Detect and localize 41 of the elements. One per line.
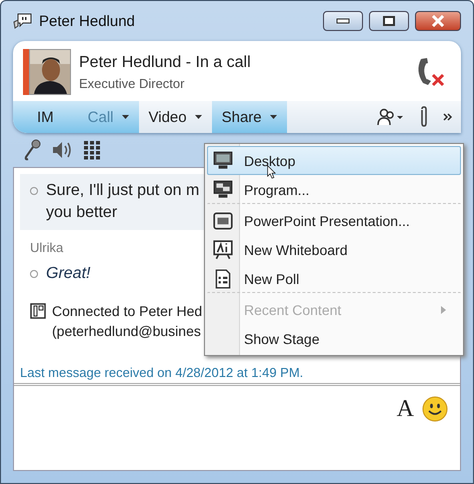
caret-icon [270,115,277,119]
paperclip-icon[interactable] [419,106,429,128]
last-message-info: Last message received on 4/28/2012 at 1:49 PM. [19,364,304,382]
contact-job-title: Executive Director [79,76,186,90]
font-button[interactable]: A [396,396,414,423]
sharing-icon [30,303,46,319]
close-icon [431,15,445,27]
connection-notice: Connected to Peter Hed (peterhedlund@busines [52,302,202,341]
dialpad-icon[interactable] [83,140,101,160]
minimize-button[interactable] [323,11,363,31]
monitor-windows-icon [212,180,234,200]
chat-bubble-icon [13,12,33,30]
minimize-icon [336,18,350,24]
smiley-icon[interactable] [422,396,448,422]
toolbar-button[interactable]: Video [138,101,212,133]
menu-item[interactable]: Desktop [207,146,461,175]
slides-icon [212,210,234,230]
menu-item[interactable]: Show Stage [207,324,461,353]
toolbar-button[interactable]: IM [13,101,78,133]
maximize-icon [383,16,395,26]
close-button[interactable] [415,11,461,31]
toolbar-button[interactable]: Share [212,101,287,133]
maximize-button[interactable] [369,11,409,31]
presence-bar [23,49,29,95]
contact-name-status: Peter Hedlund - In a call [79,54,252,72]
window-title: Peter Hedlund [39,12,136,30]
more-chevrons-icon[interactable] [443,113,453,121]
monitor-icon [212,150,234,170]
message-input[interactable]: A [14,383,460,470]
whiteboard-icon [212,240,234,260]
menu-item[interactable]: Program... [207,175,461,204]
submenu-arrow-icon [441,306,446,314]
caret-icon [122,115,129,119]
menu-item[interactable]: New Poll [207,264,461,293]
caret-icon [194,115,202,119]
menu-item[interactable]: New Whiteboard [207,235,461,264]
microphone-icon[interactable] [23,139,41,161]
sender-name: Ulrika [30,240,64,255]
chat-message: Great! [20,257,100,291]
speaker-icon[interactable] [51,140,73,160]
people-menu-icon[interactable] [377,108,405,126]
